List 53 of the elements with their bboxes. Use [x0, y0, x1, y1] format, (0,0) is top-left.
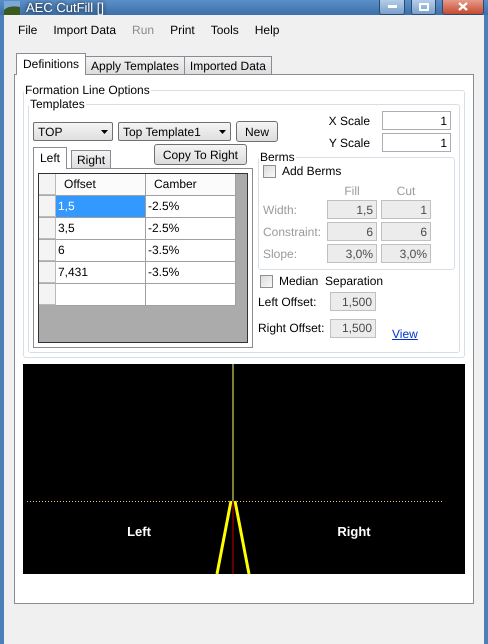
- column-header[interactable]: Camber: [146, 174, 236, 196]
- group-title: Templates: [29, 97, 86, 111]
- scale-label: X Scale: [328, 114, 370, 128]
- field-label: Constraint:: [263, 224, 322, 238]
- right-side-label: Right: [337, 524, 371, 539]
- group-title: Formation Line Options: [24, 83, 151, 97]
- checkbox-label: Median Separation: [279, 274, 384, 288]
- minimize-icon: [388, 5, 396, 8]
- copy-to-right-button[interactable]: Copy To Right: [154, 144, 247, 165]
- app-icon: [4, 0, 20, 14]
- field-label: Right Offset:: [258, 321, 326, 335]
- close-icon: [458, 2, 468, 11]
- tab[interactable]: Right: [71, 150, 112, 169]
- table-cell[interactable]: -3.5%: [146, 262, 236, 284]
- template-type-dropdown[interactable]: TOP: [33, 122, 113, 141]
- menu-item[interactable]: Help: [246, 21, 288, 43]
- checkbox[interactable]: [260, 274, 273, 288]
- column-label: Fill: [343, 184, 361, 198]
- template-name-dropdown[interactable]: Top Template1: [118, 122, 231, 141]
- tab[interactable]: Definitions: [16, 53, 86, 75]
- menu-item[interactable]: Import Data: [45, 21, 124, 43]
- scale-label: Y Scale: [328, 136, 370, 150]
- tab[interactable]: Apply Templates: [85, 56, 185, 75]
- close-button[interactable]: [442, 0, 484, 15]
- table-cell[interactable]: 6: [56, 240, 146, 262]
- view-link[interactable]: View: [392, 327, 418, 341]
- menu-item[interactable]: File: [10, 21, 46, 43]
- scale-field[interactable]: 1: [382, 111, 451, 130]
- field-label: Slope:: [263, 246, 298, 260]
- column-label: Cut: [396, 184, 416, 198]
- minimize-button[interactable]: [379, 0, 405, 15]
- tab[interactable]: Imported Data: [184, 56, 272, 75]
- table-cell[interactable]: 7,431: [56, 262, 146, 284]
- left-side-label: Left: [127, 524, 151, 539]
- checkbox-label: Add Berms: [282, 164, 342, 178]
- table-cell[interactable]: -2.5%: [146, 196, 236, 218]
- menu-item[interactable]: Tools: [202, 21, 247, 43]
- column-header[interactable]: Offset: [56, 174, 146, 196]
- table-cell[interactable]: -2.5%: [146, 218, 236, 240]
- dropdown-arrow-icon: [219, 130, 226, 134]
- dropdown-arrow-icon: [101, 130, 108, 134]
- field-label: Width:: [263, 202, 298, 216]
- table-cell[interactable]: -3.5%: [146, 240, 236, 262]
- menu-item[interactable]: Print: [162, 21, 203, 43]
- maximize-button[interactable]: [411, 0, 436, 15]
- group-title: Berms: [259, 150, 296, 164]
- scale-field[interactable]: 1: [382, 133, 451, 152]
- window-title: AEC CutFill []: [26, 0, 106, 15]
- maximize-icon: [418, 2, 428, 10]
- field-label: Left Offset:: [258, 294, 318, 308]
- tab[interactable]: Left: [33, 147, 68, 169]
- new-button[interactable]: New: [236, 121, 278, 142]
- table-cell[interactable]: 3,5: [56, 218, 146, 240]
